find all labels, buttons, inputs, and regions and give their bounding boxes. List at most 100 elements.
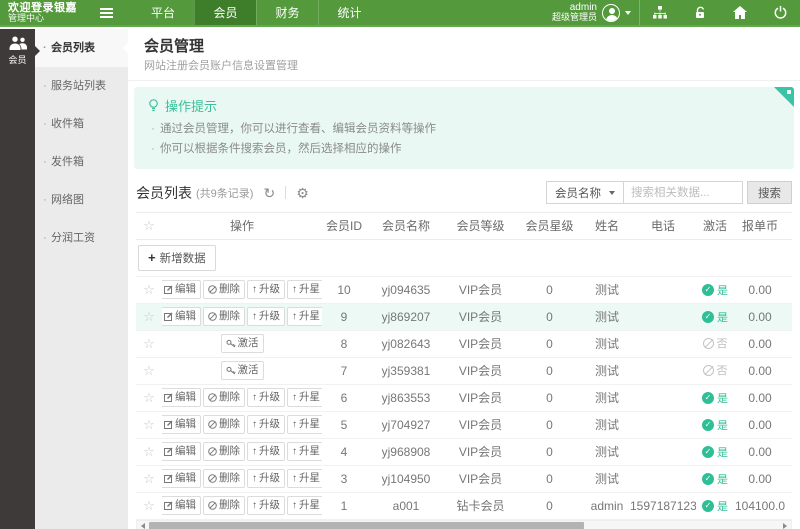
delete-button[interactable]: 删除 [203,388,245,407]
star-toggle[interactable]: ☆ [136,330,162,357]
upgrade-button[interactable]: ↑ 升级 [247,496,285,515]
active-cell: ✓是 否 [696,411,734,438]
coin-cell: 0.00 [734,303,786,330]
coin-cell: 0.00 [734,276,786,303]
search-input[interactable] [623,181,743,204]
delete-button[interactable]: 删除 [203,280,245,299]
upstar-button[interactable]: ↑ 升星 [287,496,322,515]
edit-button[interactable]: 编辑 [162,415,201,434]
horizontal-scrollbar[interactable] [136,520,792,529]
member-name-cell: a001 [366,492,446,519]
add-data-button[interactable]: + 新增数据 [138,245,216,271]
main-content: 会员管理 网站注册会员账户信息设置管理 操作提示 通过会员管理，你可以进行查看、… [128,29,800,529]
edit-button[interactable]: 编辑 [162,388,201,407]
upstar-button[interactable]: ↑ 升星 [287,307,322,326]
sidebar-item-profit-salary[interactable]: 分润工资 [35,219,128,257]
upstar-button[interactable]: ↑ 升星 [287,280,322,299]
member-id-cell: 7 [322,357,366,384]
star-toggle[interactable]: ☆ [136,276,162,303]
active-cell: ✓是 否 [696,303,734,330]
col-real-name: 姓名 [584,213,630,239]
upgrade-button[interactable]: ↑ 升级 [247,388,285,407]
module-rail: 会员 [0,29,35,529]
active-yes-badge: ✓是 [702,444,728,460]
upstar-button[interactable]: ↑ 升星 [287,442,322,461]
upgrade-button[interactable]: ↑ 升级 [247,280,285,299]
menu-toggle-icon[interactable] [100,0,126,25]
star-toggle[interactable]: ☆ [136,492,162,519]
settings-gear-icon[interactable]: ⚙ [296,186,309,200]
level-cell: VIP会员 [446,384,515,411]
activate-button[interactable]: 激活 [221,361,264,380]
list-toolbar: 会员列表 (共9条记录) ↻ ⚙ 会员名称 搜索 [128,177,800,212]
edit-button[interactable]: 编辑 [162,307,201,326]
star-all-toggle[interactable]: ☆ [136,213,162,239]
star-toggle[interactable]: ☆ [136,357,162,384]
scroll-right-arrow[interactable] [779,523,791,529]
star-toggle[interactable]: ☆ [136,438,162,465]
nav-statistics[interactable]: 统计 [318,0,380,25]
upstar-button[interactable]: ↑ 升星 [287,469,322,488]
coin-cell: 0.00 [734,411,786,438]
delete-button[interactable]: 删除 [203,442,245,461]
edit-button[interactable]: 编辑 [162,442,201,461]
scrollbar-thumb[interactable] [149,522,584,529]
upgrade-button[interactable]: ↑ 升级 [247,469,285,488]
upgrade-button[interactable]: ↑ 升级 [247,415,285,434]
up-arrow-icon: ↑ [292,285,297,295]
user-menu[interactable]: admin 超级管理员 [552,0,639,25]
coin-cell: 104100.0 [734,492,786,519]
delete-button[interactable]: 删除 [203,415,245,434]
nav-members[interactable]: 会员 [194,0,256,25]
star-toggle[interactable]: ☆ [136,303,162,330]
check-circle-icon: ✓ [702,446,714,458]
sidebar-item-network-map[interactable]: 网络图 [35,181,128,219]
sidebar-item-outbox[interactable]: 发件箱 [35,143,128,181]
star-toggle[interactable]: ☆ [136,465,162,492]
search-field-select[interactable]: 会员名称 [546,181,623,204]
star-toggle[interactable]: ☆ [136,411,162,438]
ban-icon [208,393,217,402]
phone-cell [630,357,696,384]
ban-icon [208,474,217,483]
lightbulb-icon [148,99,159,113]
refresh-icon[interactable]: ↻ [263,186,275,200]
sidebar-item-inbox[interactable]: 收件箱 [35,105,128,143]
sitemap-icon[interactable] [640,0,680,25]
nav-platform[interactable]: 平台 [132,0,194,25]
delete-button[interactable]: 删除 [203,496,245,515]
logout-power-icon[interactable] [760,0,800,25]
nav-finance[interactable]: 财务 [256,0,318,25]
upgrade-button[interactable]: ↑ 升级 [247,442,285,461]
table-row: ☆ 编辑 删除 ↑ 升级 ↑ 升星 [136,384,792,411]
level-cell: VIP会员 [446,357,515,384]
home-icon[interactable] [720,0,760,25]
delete-button[interactable]: 删除 [203,469,245,488]
scroll-left-arrow[interactable] [137,523,149,529]
activate-button[interactable]: 激活 [221,334,264,353]
upgrade-button[interactable]: ↑ 升级 [247,307,285,326]
phone-cell [630,276,696,303]
delete-button[interactable]: 删除 [203,307,245,326]
unlock-icon[interactable] [680,0,720,25]
collapse-corner-icon[interactable] [774,87,794,107]
star-level-cell: 0 [515,384,584,411]
edit-button[interactable]: 编辑 [162,469,201,488]
upstar-button[interactable]: ↑ 升星 [287,415,322,434]
active-yes-badge: ✓是 [702,498,728,514]
upstar-button[interactable]: ↑ 升星 [287,388,322,407]
edit-button[interactable]: 编辑 [162,496,201,515]
chevron-down-icon [625,11,631,15]
real-name-cell: admin [584,492,630,519]
edit-pencil-icon [164,447,173,456]
avatar[interactable] [602,4,620,22]
star-toggle[interactable]: ☆ [136,384,162,411]
search-button[interactable]: 搜索 [747,181,792,204]
tip-line: 通过会员管理，你可以进行查看、编辑会员资料等操作 [148,119,780,139]
member-id-cell: 3 [322,465,366,492]
sidebar-item-member-list[interactable]: 会员列表 [35,29,128,67]
sidebar-item-station-list[interactable]: 服务站列表 [35,67,128,105]
module-members[interactable]: 会员 [0,29,35,72]
ban-icon [208,501,217,510]
edit-button[interactable]: 编辑 [162,280,201,299]
